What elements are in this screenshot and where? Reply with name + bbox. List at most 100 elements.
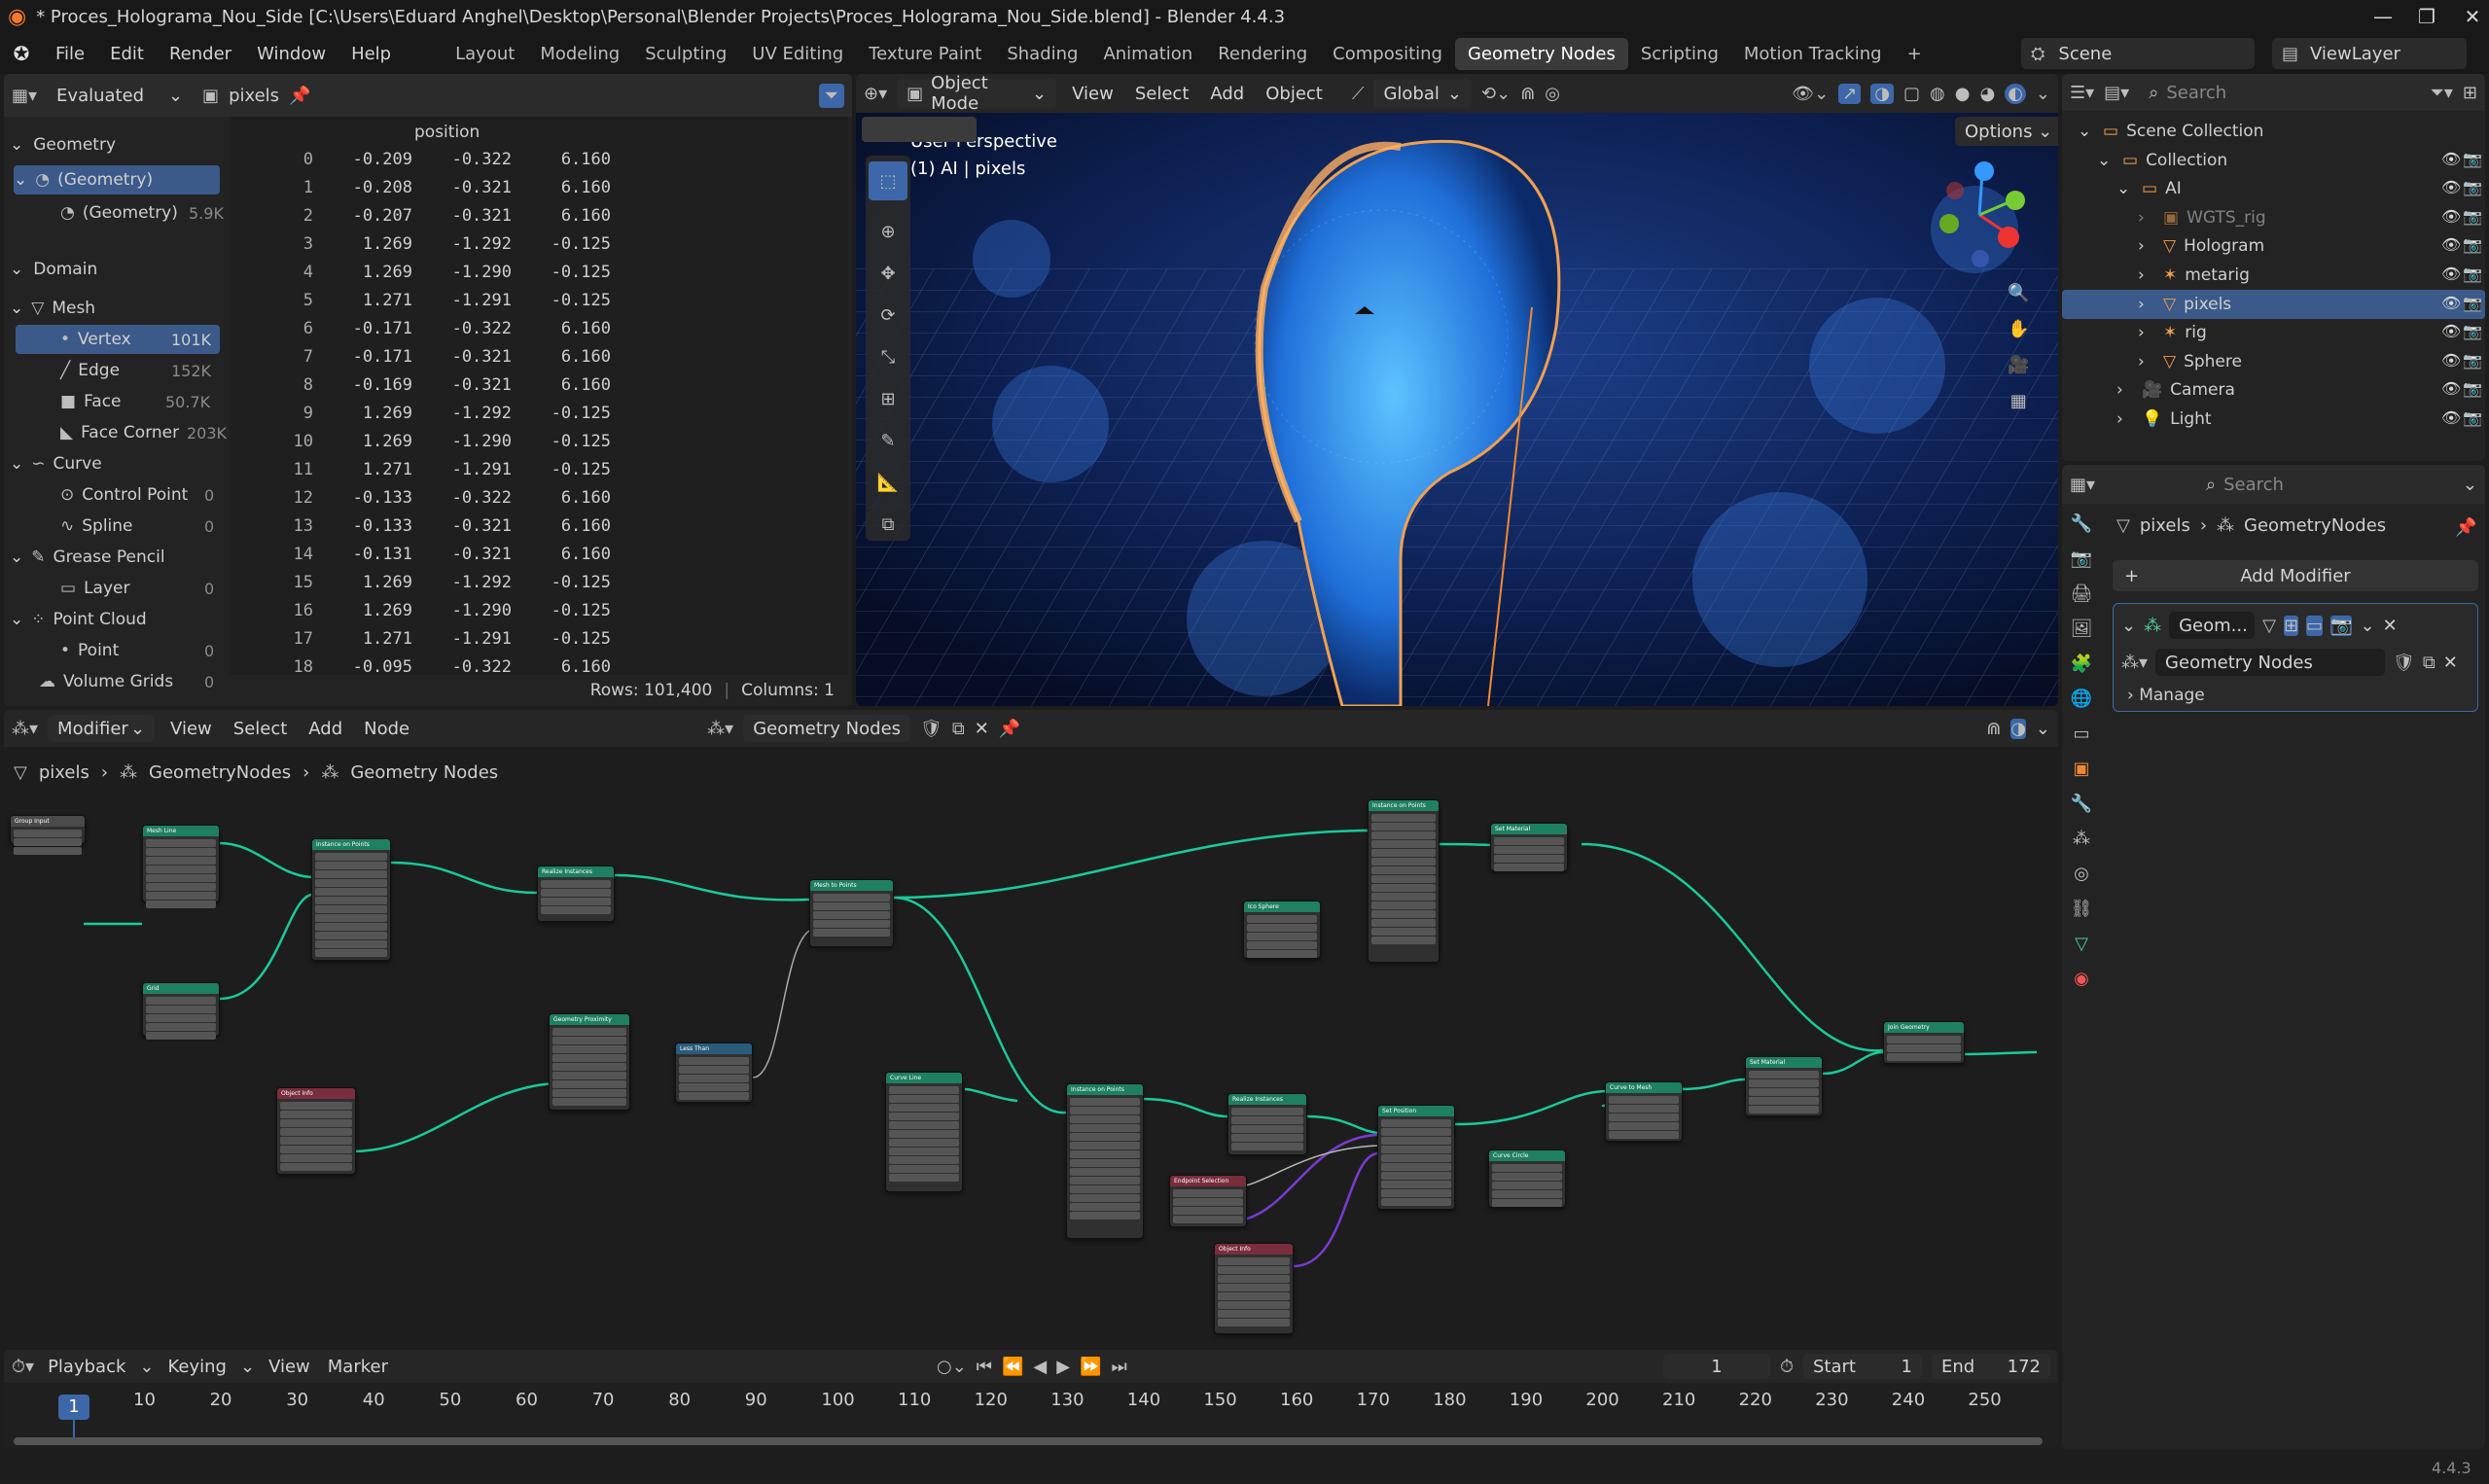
jump-start-icon[interactable]: ⏮ — [977, 1357, 992, 1377]
node-field[interactable] — [146, 857, 216, 865]
node-field[interactable] — [1218, 1310, 1290, 1318]
node-field[interactable] — [1609, 1131, 1679, 1139]
node-field[interactable] — [1381, 1198, 1451, 1206]
collection-tab-icon[interactable]: ▭ — [2073, 724, 2089, 744]
outliner-object-pixels[interactable]: › ▽ pixels — [2062, 289, 2485, 319]
measure-tool-icon[interactable]: 📐 — [877, 473, 899, 493]
render-toggle-icon[interactable]: 📷 — [2330, 615, 2353, 636]
node-field[interactable] — [1371, 849, 1436, 857]
node-field[interactable] — [1218, 1301, 1290, 1309]
viewport-menu-view[interactable]: View — [1066, 84, 1120, 104]
tree-grease-pencil[interactable]: ⌄ ✎ Grease Pencil — [10, 543, 165, 572]
node-field[interactable] — [1609, 1096, 1679, 1104]
node-field[interactable] — [146, 874, 216, 882]
tree-mesh[interactable]: ⌄ ▽ Mesh — [10, 294, 95, 323]
node-field[interactable] — [1381, 1181, 1451, 1188]
manage-subpanel[interactable]: › Manage — [2127, 686, 2205, 705]
node-field[interactable] — [1381, 1128, 1451, 1136]
tree-curve[interactable]: ⌄ ∽ Curve — [10, 449, 102, 478]
node-field[interactable] — [1371, 919, 1436, 927]
tab-sculpting[interactable]: Sculpting — [632, 38, 739, 70]
node-editor[interactable]: ⁂▾ Modifier ⌄ View Select Add Node ⁂▾ Geo… — [4, 710, 2058, 1346]
node-field[interactable] — [552, 1072, 626, 1079]
node-field[interactable] — [679, 1057, 749, 1065]
outliner-object-camera[interactable]: › 🎥 Camera — [2116, 375, 2235, 405]
node-field[interactable] — [1070, 1185, 1140, 1193]
node-realize-instances[interactable]: Realize Instances — [537, 866, 615, 922]
data-tab-icon[interactable]: ▽ — [2075, 934, 2088, 954]
visibility-toggle-icon[interactable]: 👁 — [2441, 235, 2461, 254]
node-field[interactable] — [552, 1080, 626, 1088]
tab-shading[interactable]: Shading — [994, 38, 1090, 70]
node-field[interactable] — [315, 932, 387, 939]
node-field[interactable] — [14, 847, 82, 855]
node-field[interactable] — [1371, 893, 1436, 901]
timeline-menu-playback[interactable]: Playback — [44, 1357, 129, 1377]
node-field[interactable] — [315, 870, 387, 878]
node-field[interactable] — [1381, 1154, 1451, 1162]
outliner-object-light[interactable]: › 💡 Light — [2116, 405, 2212, 434]
editor-type-icon[interactable]: ⊕▾ — [864, 84, 887, 104]
node-field[interactable] — [813, 929, 890, 936]
modifier-menu-icon[interactable]: ⌄ — [2360, 616, 2374, 636]
tree-geometry[interactable]: ⌄ Geometry — [10, 130, 116, 159]
node-endpoint-selection[interactable]: Endpoint Selection — [1169, 1175, 1247, 1227]
node-field[interactable] — [1247, 950, 1317, 958]
outliner-object-wgts-rig[interactable]: › ▣ WGTS_rig — [2138, 203, 2266, 232]
node-less-than[interactable]: Less Than — [675, 1042, 753, 1103]
node-field[interactable] — [146, 901, 216, 908]
tree-volume-grids[interactable]: ☁ Volume Grids — [39, 667, 173, 696]
node-field[interactable] — [1247, 924, 1317, 932]
close-button[interactable]: ✕ — [2441, 0, 2489, 33]
tree-face-corner[interactable]: ◣ Face Corner — [60, 418, 179, 447]
node-field[interactable] — [1494, 855, 1564, 863]
node-field[interactable] — [679, 1075, 749, 1082]
scale-tool-icon[interactable]: ⤡ — [881, 347, 895, 368]
filter-icon[interactable]: ⏷▾ — [2430, 83, 2452, 103]
pivot-icon[interactable]: ⟲⌄ — [1481, 84, 1511, 104]
tree-control-point[interactable]: ⊙ Control Point — [60, 480, 188, 510]
outliner-scene-collection[interactable]: ⌄ ▭ Scene Collection — [2078, 117, 2263, 146]
node-field[interactable] — [552, 1054, 626, 1062]
tree-geometry-selected[interactable]: ⌄ ◔ (Geometry) — [14, 165, 220, 194]
node-field[interactable] — [146, 883, 216, 891]
node-field[interactable] — [280, 1154, 352, 1162]
node-join-geometry[interactable]: Join Geometry — [1883, 1021, 1965, 1064]
mode-dropdown[interactable]: ▣ Object Mode ⌄ — [897, 74, 1057, 114]
node-field[interactable] — [280, 1128, 352, 1136]
node-field[interactable] — [889, 1086, 959, 1094]
scene-tab-icon[interactable]: 🧩 — [2071, 654, 2092, 674]
node-field[interactable] — [146, 997, 216, 1005]
tree-layer[interactable]: ▭ Layer — [60, 574, 129, 603]
node-field[interactable] — [1070, 1133, 1140, 1141]
node-field[interactable] — [146, 1006, 216, 1013]
options-button[interactable]: Options ⌄ — [1955, 117, 2058, 146]
node-field[interactable] — [1371, 858, 1436, 866]
node-field[interactable] — [1494, 864, 1564, 871]
node-object-info[interactable]: Object Info — [1214, 1243, 1294, 1334]
node-realize-instances[interactable]: Realize Instances — [1227, 1093, 1307, 1155]
node-field[interactable] — [1070, 1107, 1140, 1114]
node-field[interactable] — [889, 1165, 959, 1173]
node-set-material[interactable]: Set Material — [1745, 1056, 1823, 1116]
node-field[interactable] — [1070, 1177, 1140, 1184]
tree-point-cloud[interactable]: ⌄ ⁘ Point Cloud — [10, 605, 147, 634]
view-layer-tab-icon[interactable]: 🖼 — [2071, 618, 2093, 639]
visibility-toggle-icon[interactable]: 👁 — [2441, 408, 2461, 427]
outliner-search[interactable]: ⌕ Search — [2139, 79, 2305, 106]
select-box-tool-icon[interactable]: ⬚ — [869, 161, 907, 200]
visibility-toggle-icon[interactable]: 👁 — [2441, 379, 2461, 398]
render-toggle-icon[interactable]: 📷 — [2463, 294, 2482, 312]
node-field[interactable] — [14, 830, 82, 837]
node-field[interactable] — [1231, 1125, 1303, 1133]
node-curve-to-mesh[interactable]: Curve to Mesh — [1605, 1081, 1683, 1142]
node-field[interactable] — [146, 848, 216, 856]
material-tab-icon[interactable]: ◉ — [2074, 969, 2089, 989]
preview-range-icon[interactable]: ⏱ — [1780, 1357, 1794, 1377]
tree-edge[interactable]: ╱ Edge — [60, 356, 120, 385]
jump-keyframe-back-icon[interactable]: ⏪ — [1002, 1357, 1023, 1377]
node-field[interactable] — [1371, 814, 1436, 822]
proportional-edit-icon[interactable]: ◎ — [1545, 84, 1560, 104]
node-field[interactable] — [280, 1146, 352, 1153]
node-group-input[interactable]: Group Input — [10, 815, 86, 855]
